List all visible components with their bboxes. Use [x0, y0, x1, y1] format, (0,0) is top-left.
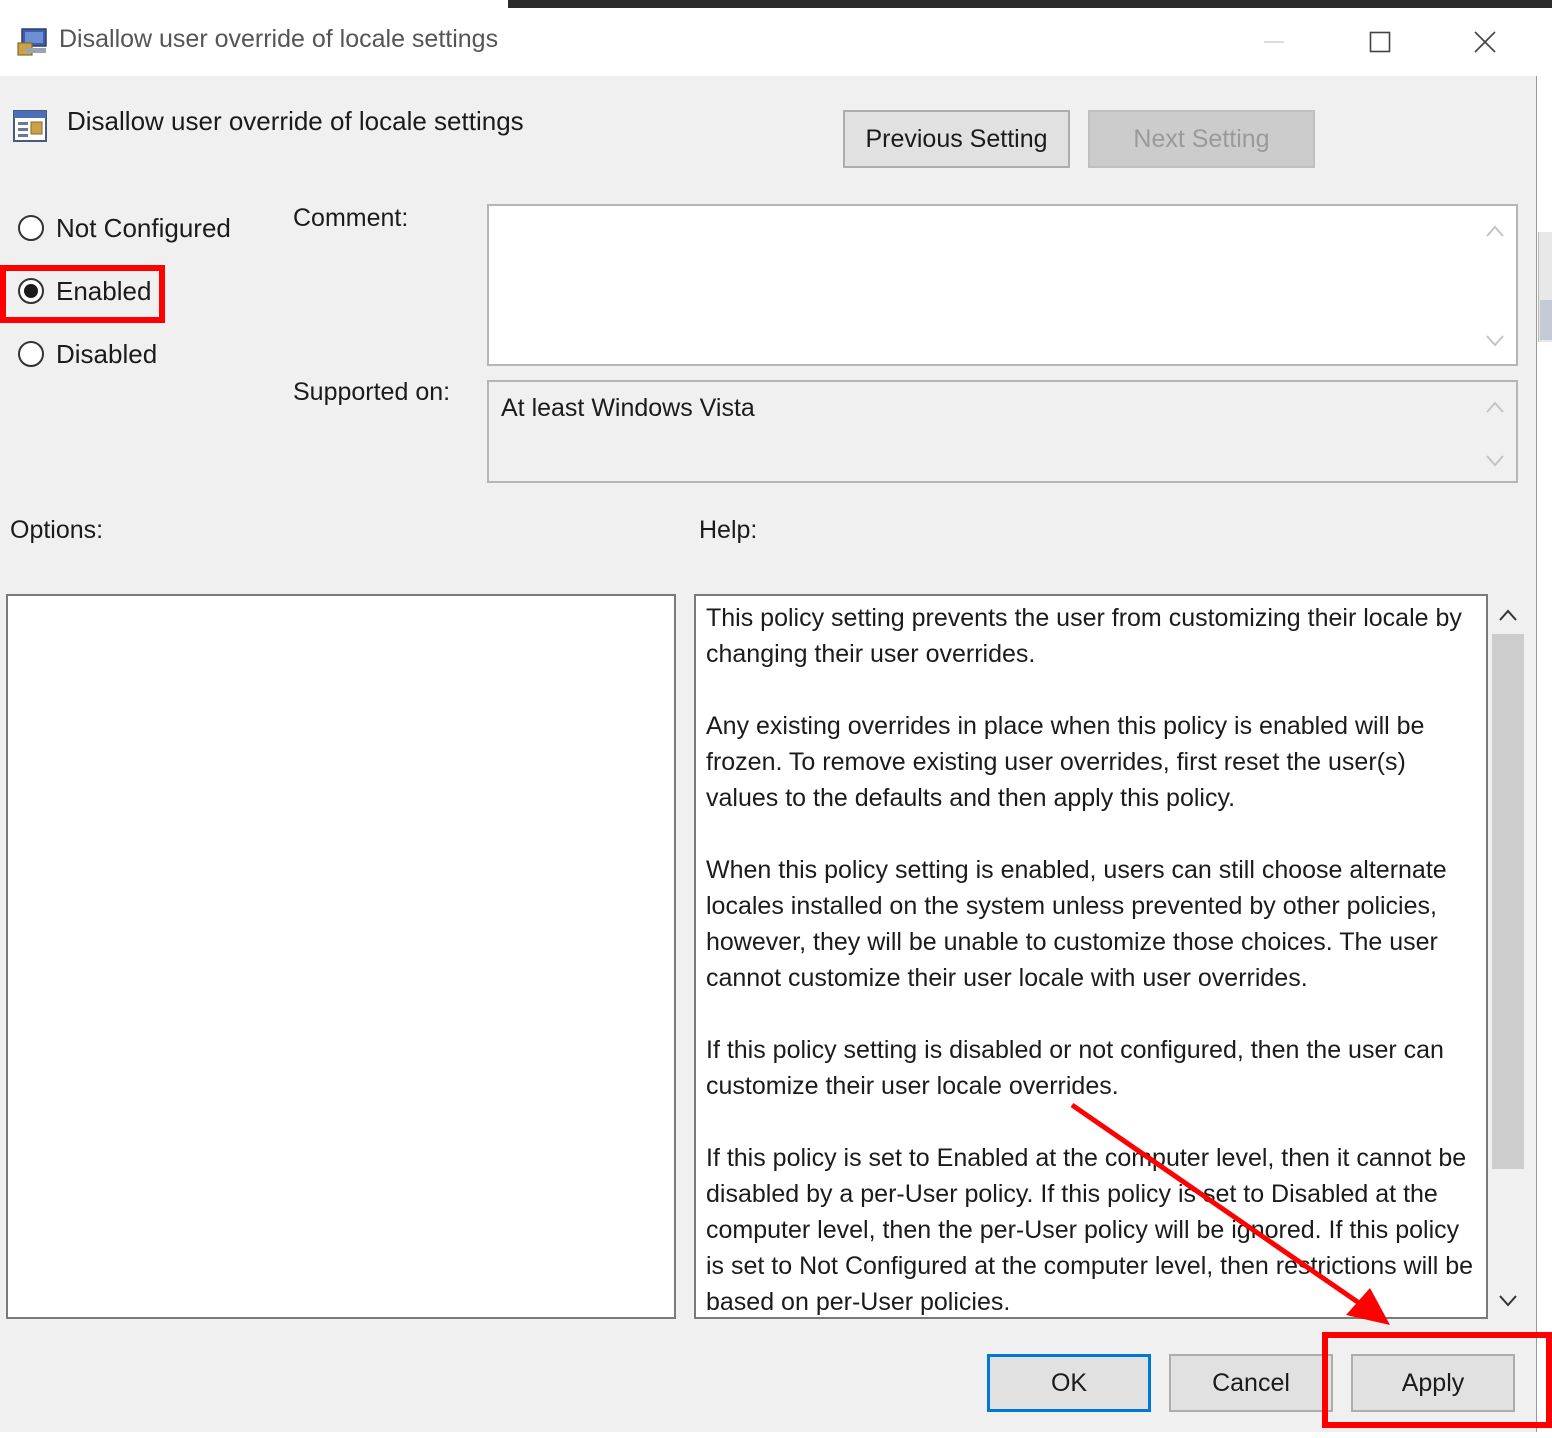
help-paragraph: If this policy setting is disabled or no…: [706, 1036, 1444, 1100]
background-bottom-edge: [0, 1432, 1552, 1438]
help-text: This policy setting prevents the user fr…: [706, 600, 1476, 1317]
supported-on-value: At least Windows Vista: [501, 394, 755, 422]
policy-editor-icon: [17, 28, 47, 56]
supported-on-label: Supported on:: [293, 378, 451, 406]
options-label: Options:: [10, 516, 104, 544]
radio-label: Not Configured: [56, 212, 231, 243]
radio-disabled[interactable]: Disabled: [18, 337, 157, 371]
supported-on-field: At least Windows Vista: [487, 380, 1518, 483]
background-window-edge: [1538, 0, 1552, 1438]
scroll-up-icon[interactable]: [1485, 224, 1505, 238]
minimize-button[interactable]: [1244, 18, 1304, 66]
highlight-enabled-option: [0, 265, 165, 323]
radio-not-configured[interactable]: Not Configured: [18, 211, 231, 245]
highlight-apply-button: [1322, 1332, 1552, 1428]
maximize-button[interactable]: [1350, 18, 1410, 66]
background-dark-strip: [508, 0, 1552, 8]
window-title: Disallow user override of locale setting…: [59, 25, 499, 53]
title-bar: Disallow user override of locale setting…: [0, 8, 1537, 76]
ok-button[interactable]: OK: [987, 1354, 1151, 1412]
help-paragraph: When this policy setting is enabled, use…: [706, 856, 1447, 992]
next-setting-button[interactable]: Next Setting: [1088, 110, 1315, 168]
scroll-up-icon[interactable]: [1498, 608, 1518, 622]
comment-label: Comment:: [293, 204, 409, 232]
help-pane: This policy setting prevents the user fr…: [694, 594, 1488, 1319]
maximize-icon: [1369, 31, 1391, 53]
help-scrollbar[interactable]: [1490, 594, 1526, 1319]
policy-setting-icon: [13, 110, 47, 142]
minimize-icon: [1264, 41, 1284, 43]
policy-dialog: Disallow user override of locale setting…: [0, 8, 1537, 1436]
background-top-strip: [0, 0, 1552, 8]
radio-circle: [18, 215, 44, 241]
scroll-down-icon[interactable]: [1485, 334, 1505, 348]
previous-setting-button[interactable]: Previous Setting: [843, 110, 1070, 168]
background-panel-fragment: [1540, 300, 1552, 340]
help-paragraph: Any existing overrides in place when thi…: [706, 712, 1425, 812]
scroll-up-icon[interactable]: [1485, 400, 1505, 414]
comment-textarea[interactable]: [487, 204, 1518, 366]
radio-circle: [18, 341, 44, 367]
scroll-down-icon[interactable]: [1498, 1294, 1518, 1308]
policy-title: Disallow user override of locale setting…: [67, 106, 524, 136]
help-paragraph: If this policy is set to Enabled at the …: [706, 1144, 1474, 1316]
close-button[interactable]: [1455, 18, 1515, 66]
options-pane: [6, 594, 676, 1319]
scroll-down-icon[interactable]: [1485, 454, 1505, 468]
radio-label: Disabled: [56, 338, 158, 369]
help-paragraph: This policy setting prevents the user fr…: [706, 604, 1462, 668]
help-label: Help:: [699, 516, 758, 544]
cancel-button[interactable]: Cancel: [1169, 1354, 1333, 1412]
scrollbar-thumb[interactable]: [1492, 634, 1524, 1169]
close-icon: [1474, 31, 1496, 53]
